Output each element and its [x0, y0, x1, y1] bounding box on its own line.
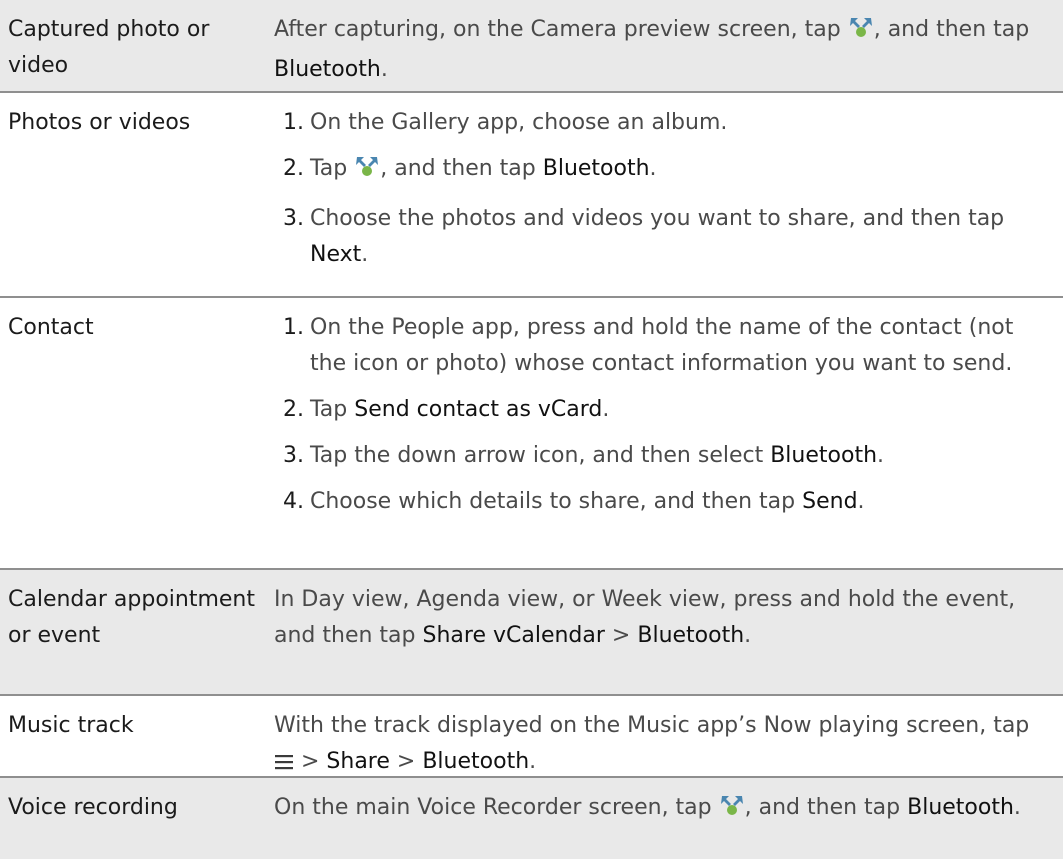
list-item: 4. Choose which details to share, and the…	[283, 489, 865, 514]
row-contact: Contact 1. On the People app, press and h…	[0, 298, 1063, 570]
steps-contact: 1. On the People app, press and hold the …	[274, 310, 1034, 530]
row-label-music: Music track	[8, 713, 134, 738]
row-music: Music track With the track displayed on …	[0, 696, 1063, 778]
list-item: 3. Tap the down arrow icon, and then sele…	[283, 443, 885, 468]
list-item: 1. On the Gallery app, choose an album.	[283, 110, 728, 135]
row-desc-voice: On the main Voice Recorder screen, tap ,…	[274, 790, 1034, 830]
row-desc-captured: After capturing, on the Camera preview s…	[274, 16, 1030, 82]
row-voice: Voice recording On the main Voice Record…	[0, 778, 1063, 859]
share-icon	[848, 16, 874, 52]
row-label-contact: Contact	[8, 315, 94, 340]
row-photos: Photos or videos 1. On the Gallery app, c…	[0, 93, 1063, 298]
row-calendar: Calendar appointment or event In Day vie…	[0, 570, 1063, 696]
list-item: 3. Choose the photos and videos you want …	[283, 206, 1005, 267]
row-label-calendar: Calendar appointment or event	[8, 587, 256, 648]
row-label-photos: Photos or videos	[8, 110, 191, 135]
row-label-voice: Voice recording	[8, 795, 178, 820]
list-item: 2. Tap Send contact as vCard.	[283, 397, 610, 422]
row-desc-music: With the track displayed on the Music ap…	[274, 708, 1034, 784]
row-captured: Captured photo or video After capturing,…	[0, 0, 1063, 93]
list-item: 1. On the People app, press and hold the …	[283, 315, 1014, 376]
row-desc-calendar: In Day view, Agenda view, or Week view, …	[274, 587, 1016, 648]
share-icon	[719, 794, 745, 830]
steps-photos: 1. On the Gallery app, choose an album. 2…	[274, 105, 1034, 283]
row-label-captured: Captured photo or video	[8, 17, 210, 78]
share-icon	[354, 155, 380, 191]
list-item: 2. Tap , and then tap Bluetooth.	[274, 151, 1034, 191]
